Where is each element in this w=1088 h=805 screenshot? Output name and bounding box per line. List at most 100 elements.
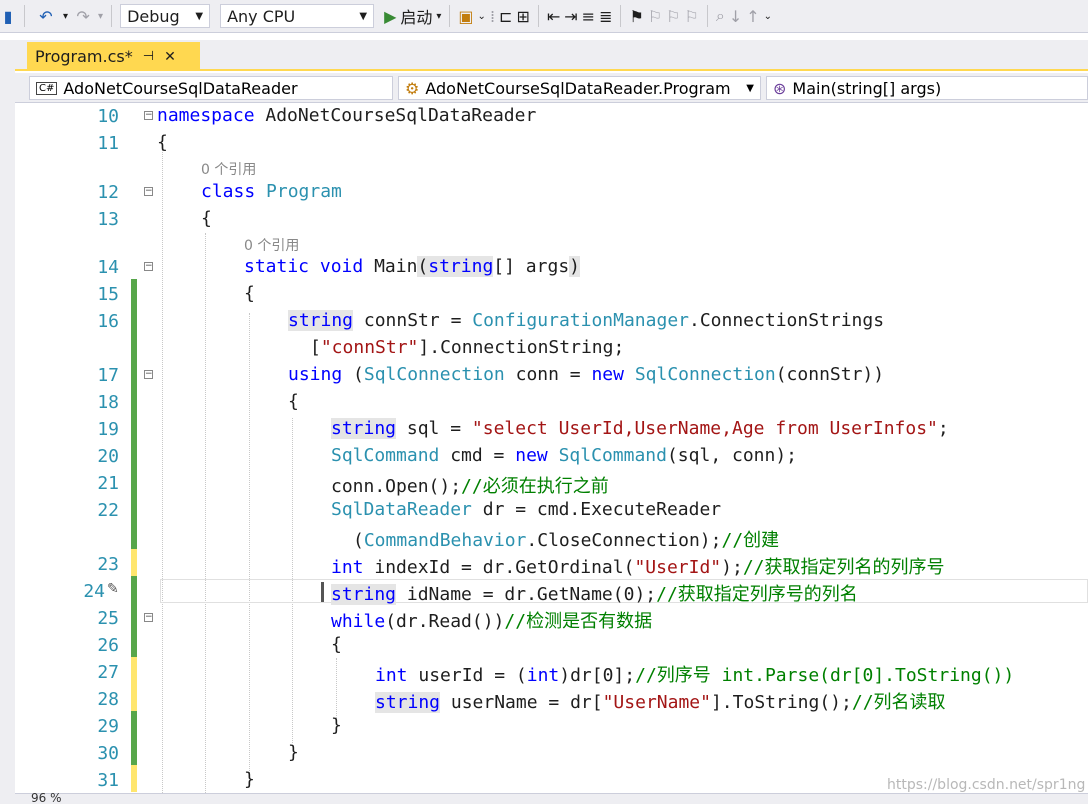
- configuration-dropdown[interactable]: Debug ▼: [120, 4, 211, 28]
- left-tool-strip: [0, 40, 15, 804]
- toolbar-separator: [706, 5, 708, 27]
- code-line: 18 {: [15, 389, 1088, 416]
- bookmark-icon[interactable]: ⚑: [629, 5, 643, 27]
- outdent-icon[interactable]: ⇤: [547, 5, 560, 27]
- indent-icon[interactable]: ⇥: [564, 5, 577, 27]
- collapse-icon[interactable]: −: [144, 262, 153, 271]
- close-icon[interactable]: ✕: [164, 49, 176, 65]
- collapse-icon[interactable]: −: [144, 613, 153, 622]
- comment-out-icon[interactable]: ≡: [582, 5, 595, 27]
- class-dropdown[interactable]: ⚙ AdoNetCourseSqlDataReader.Program ▼: [398, 76, 761, 100]
- code-text: string idName = dr.GetName(0);//获取指定列序号的…: [331, 584, 858, 605]
- code-line-wrap: (CommandBehavior.CloseConnection);//创建: [15, 524, 1088, 551]
- class-icon: ⚙: [405, 78, 420, 98]
- code-text: {: [157, 132, 168, 153]
- line-number: 30: [97, 743, 119, 764]
- start-button[interactable]: 启动: [400, 4, 432, 28]
- method-icon: ⊛: [773, 78, 787, 98]
- code-text: int indexId = dr.GetOrdinal("UserId");//…: [331, 557, 945, 578]
- code-line: 20 SqlCommand cmd = new SqlCommand(sql, …: [15, 443, 1088, 470]
- platform-value: Any CPU: [227, 6, 296, 26]
- line-number: 31: [97, 770, 119, 791]
- find-icon[interactable]: ⌕: [716, 5, 725, 27]
- clear-bookmarks-icon[interactable]: ⚐: [685, 5, 699, 27]
- start-icon[interactable]: ▶: [384, 5, 396, 27]
- toolbar: ▮ ↶ ▾ ↷ ▾ Debug ▼ Any CPU ▼ ▶ 启动 ▾ ▣ ⌄ ⁞…: [0, 0, 1088, 33]
- code-text: namespace AdoNetCourseSqlDataReader: [157, 105, 537, 126]
- toolbar-overflow-icon[interactable]: ⌄: [764, 5, 772, 27]
- codelens-references[interactable]: 0 个引用: [244, 235, 299, 255]
- redo-icon[interactable]: ↷: [72, 5, 94, 27]
- code-line-current: 24 ✎ string idName = dr.GetName(0);//获取指…: [15, 578, 1088, 605]
- save-icon[interactable]: ▮: [0, 5, 16, 27]
- format-icon[interactable]: ⊞: [516, 5, 529, 27]
- codelens: 0 个引用: [15, 233, 1088, 255]
- code-line: 12 − class Program: [15, 179, 1088, 206]
- arrow-down-icon[interactable]: ↓: [729, 5, 742, 27]
- toolbar-separator: [449, 5, 451, 27]
- code-text: }: [288, 742, 299, 763]
- collapse-icon[interactable]: −: [144, 111, 153, 120]
- line-number: 18: [97, 392, 119, 413]
- hierarchy-icon[interactable]: ⊏: [499, 5, 512, 27]
- overflow-icon[interactable]: ⌄: [478, 5, 486, 27]
- member-dropdown[interactable]: ⊛ Main(string[] args): [766, 76, 1088, 100]
- toolbar-separator: [620, 5, 622, 27]
- project-dropdown[interactable]: C# AdoNetCourseSqlDataReader: [29, 76, 393, 100]
- collapse-icon[interactable]: −: [144, 370, 153, 379]
- undo-dropdown-icon[interactable]: ▾: [63, 5, 68, 27]
- tab-title: Program.cs*: [35, 47, 133, 66]
- code-text: string userName = dr["UserName"].ToStrin…: [375, 692, 946, 713]
- line-number: 10: [97, 106, 119, 127]
- configuration-value: Debug: [127, 6, 180, 26]
- code-text: SqlDataReader dr = cmd.ExecuteReader: [331, 499, 722, 520]
- next-bookmark-icon[interactable]: ⚐: [666, 5, 680, 27]
- tab-program-cs[interactable]: Program.cs* ⊣ ✕: [27, 42, 200, 71]
- line-number: 12: [97, 182, 119, 203]
- chevron-down-icon: ▼: [746, 82, 754, 94]
- editor-status-bar: 96 %: [15, 791, 1088, 805]
- code-text: }: [331, 715, 342, 736]
- class-value: AdoNetCourseSqlDataReader.Program: [425, 78, 731, 98]
- line-number: 29: [97, 716, 119, 737]
- undo-icon[interactable]: ↶: [33, 5, 59, 27]
- code-line: 29 }: [15, 713, 1088, 740]
- code-text: while(dr.Read())//检测是否有数据: [331, 611, 653, 632]
- csharp-project-icon: C#: [36, 81, 58, 95]
- code-line: 28 string userName = dr["UserName"].ToSt…: [15, 686, 1088, 713]
- code-text: ["connStr"].ConnectionString;: [310, 337, 625, 358]
- project-value: AdoNetCourseSqlDataReader: [63, 78, 298, 98]
- code-line: 17 − using (SqlConnection conn = new Sql…: [15, 362, 1088, 389]
- prev-bookmark-icon[interactable]: ⚐: [648, 5, 662, 27]
- line-number: 11: [97, 133, 119, 154]
- platform-dropdown[interactable]: Any CPU ▼: [220, 4, 375, 28]
- line-number: 22: [97, 500, 119, 521]
- zoom-level[interactable]: 96 %: [31, 791, 62, 805]
- document-tab-bar: Program.cs* ⊣ ✕: [15, 40, 1088, 71]
- line-number: 23: [97, 554, 119, 575]
- line-number: 28: [97, 689, 119, 710]
- pin-icon[interactable]: ⊣: [143, 49, 154, 64]
- code-line: 11 {: [15, 130, 1088, 157]
- line-number: 14: [97, 257, 119, 278]
- quick-action-icon[interactable]: ✎: [107, 581, 119, 597]
- uncomment-icon[interactable]: ≣: [599, 5, 612, 27]
- code-line-wrap: ["connStr"].ConnectionString;: [15, 335, 1088, 362]
- toolbar-separator: [537, 5, 539, 27]
- code-line: 27 int userId = (int)dr[0];//列序号 int.Par…: [15, 659, 1088, 686]
- code-text: {: [288, 391, 299, 412]
- code-line: 26 {: [15, 632, 1088, 659]
- start-dropdown-icon[interactable]: ▾: [436, 5, 441, 27]
- code-text: string connStr = ConfigurationManager.Co…: [288, 310, 885, 331]
- codelens-references[interactable]: 0 个引用: [201, 159, 256, 179]
- chevron-down-icon: ▼: [195, 10, 204, 22]
- code-text: {: [244, 283, 255, 304]
- collapse-icon[interactable]: −: [144, 187, 153, 196]
- code-editor[interactable]: 10 − namespace AdoNetCourseSqlDataReader…: [15, 103, 1088, 793]
- step-icon[interactable]: ⁞: [490, 5, 495, 27]
- code-text: class Program: [201, 181, 342, 202]
- browser-link-icon[interactable]: ▣: [458, 5, 473, 27]
- arrow-up-icon[interactable]: ↑: [746, 5, 759, 27]
- line-number: 20: [97, 446, 119, 467]
- redo-dropdown-icon[interactable]: ▾: [98, 5, 103, 27]
